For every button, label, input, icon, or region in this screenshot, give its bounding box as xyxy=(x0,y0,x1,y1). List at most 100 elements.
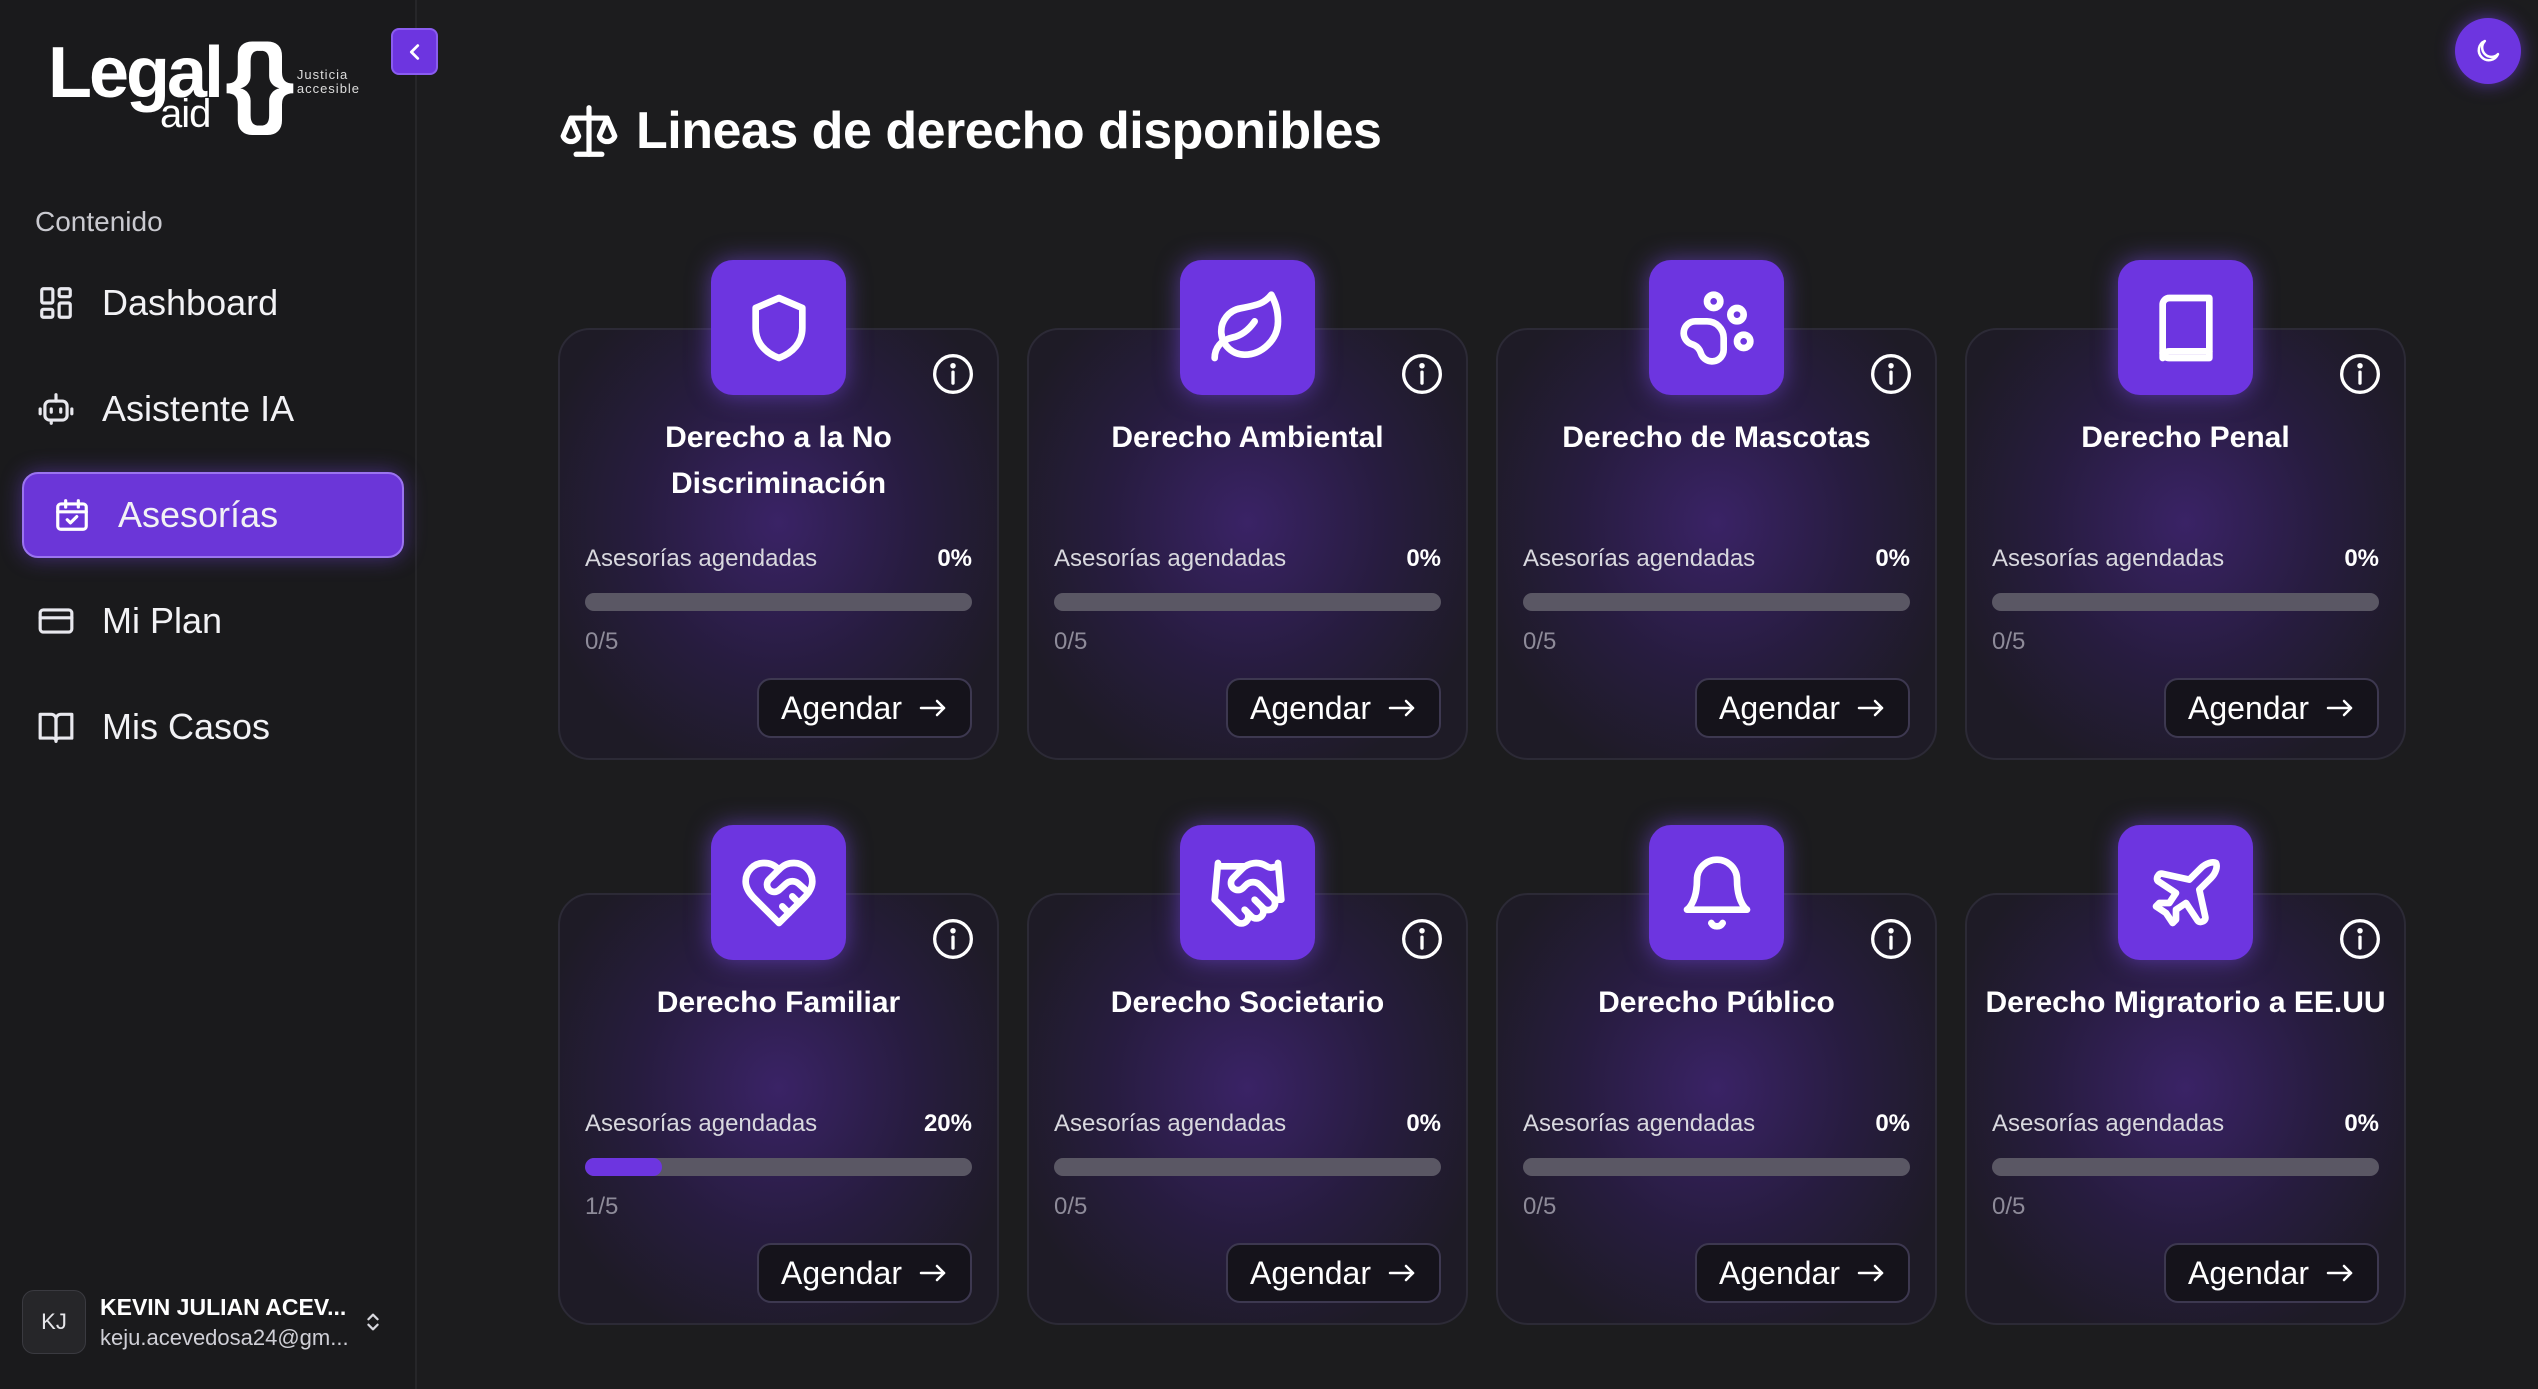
theme-toggle-button[interactable] xyxy=(2455,18,2521,84)
progress-label: Asesorías agendadas xyxy=(1992,1110,2225,1137)
progress-bar xyxy=(585,1158,972,1176)
calendar-check-icon xyxy=(52,495,92,535)
agendar-button[interactable]: Agendar xyxy=(757,678,972,738)
law-card: Derecho a la No Discriminación Asesorías… xyxy=(558,260,999,760)
progress-row: Asesorías agendadas 0% xyxy=(585,545,972,573)
card-icon-tile xyxy=(1649,260,1784,395)
sidebar-item-label: Mi Plan xyxy=(102,600,223,641)
logo-sub: aid xyxy=(160,92,211,136)
card-icon-tile xyxy=(1180,825,1315,960)
progress-row: Asesorías agendadas 0% xyxy=(1992,1110,2379,1138)
arrow-right-icon xyxy=(2325,1261,2355,1285)
info-icon[interactable] xyxy=(931,917,975,961)
shield-icon xyxy=(739,288,819,368)
progress-row: Asesorías agendadas 0% xyxy=(1054,545,1441,573)
user-menu[interactable]: KJ KEVIN JULIAN ACEV... keju.acevedosa24… xyxy=(22,1289,402,1355)
book-icon xyxy=(2146,288,2226,368)
progress-count: 1/5 xyxy=(585,1193,619,1220)
sidebar-item-label: Mis Casos xyxy=(102,706,271,747)
progress-label: Asesorías agendadas xyxy=(1992,545,2225,572)
law-card: Derecho Ambiental Asesorías agendadas 0%… xyxy=(1027,260,1468,760)
info-icon[interactable] xyxy=(1400,352,1444,396)
sidebar-item-asesorias[interactable]: Asesorías xyxy=(22,472,404,558)
arrow-right-icon xyxy=(1856,696,1886,720)
card-icon-tile xyxy=(711,260,846,395)
info-icon[interactable] xyxy=(1400,917,1444,961)
agendar-button[interactable]: Agendar xyxy=(2164,678,2379,738)
user-info: KEVIN JULIAN ACEV... keju.acevedosa24@gm… xyxy=(100,1294,350,1351)
card-icon-tile xyxy=(1649,825,1784,960)
card-title: Derecho Societario xyxy=(1110,986,1385,1019)
handshake-icon xyxy=(1208,853,1288,933)
progress-count: 0/5 xyxy=(1054,628,1088,655)
progress-row: Asesorías agendadas 0% xyxy=(1054,1110,1441,1138)
card-title: Derecho de Mascotas xyxy=(1562,421,1871,454)
agendar-label: Agendar xyxy=(1250,1254,1371,1291)
arrow-right-icon xyxy=(1856,1261,1886,1285)
info-icon[interactable] xyxy=(2338,352,2382,396)
info-icon[interactable] xyxy=(1869,352,1913,396)
agendar-button[interactable]: Agendar xyxy=(1695,1243,1910,1303)
sidebar-item-asistente-ia[interactable]: Asistente IA xyxy=(22,366,404,452)
agendar-button[interactable]: Agendar xyxy=(757,1243,972,1303)
sidebar-item-mis-casos[interactable]: Mis Casos xyxy=(22,684,404,770)
brand-logo[interactable]: Legal aid {} Justicia accesible xyxy=(48,24,360,140)
paw-icon xyxy=(1677,288,1757,368)
card-icon-tile xyxy=(711,825,846,960)
sidebar: Legal aid {} Justicia accesible Contenid… xyxy=(0,0,438,1389)
agendar-button[interactable]: Agendar xyxy=(1226,1243,1441,1303)
card-title: Derecho Penal xyxy=(2081,421,2290,454)
progress-row: Asesorías agendadas 0% xyxy=(1523,545,1910,573)
sidebar-item-dashboard[interactable]: Dashboard xyxy=(22,260,404,346)
scale-icon xyxy=(558,100,620,162)
agendar-label: Agendar xyxy=(1719,689,1840,726)
progress-bar xyxy=(1054,1158,1441,1176)
law-lines-grid: Derecho a la No Discriminación Asesorías… xyxy=(558,260,2408,1325)
arrow-right-icon xyxy=(918,696,948,720)
card-title: Derecho Familiar xyxy=(656,986,901,1019)
progress-count: 0/5 xyxy=(1523,1193,1557,1220)
progress-bar-fill xyxy=(585,1158,663,1176)
info-icon[interactable] xyxy=(931,352,975,396)
progress-percent: 20% xyxy=(923,1110,972,1137)
progress-percent: 0% xyxy=(1875,545,1910,572)
progress-label: Asesorías agendadas xyxy=(585,1110,818,1137)
agendar-button[interactable]: Agendar xyxy=(2164,1243,2379,1303)
law-card: Derecho Público Asesorías agendadas 0% 0… xyxy=(1496,825,1937,1325)
logo-wordmark: Legal aid xyxy=(48,30,224,140)
sidebar-item-label: Asesorías xyxy=(118,494,279,535)
card-title: Derecho Migratorio a EE.UU xyxy=(1985,986,2386,1019)
info-icon[interactable] xyxy=(1869,917,1913,961)
nav-section-heading: Contenido xyxy=(35,206,163,237)
info-icon[interactable] xyxy=(2338,917,2382,961)
agendar-label: Agendar xyxy=(2188,689,2309,726)
progress-row: Asesorías agendadas 0% xyxy=(1992,545,2379,573)
progress-bar xyxy=(585,593,972,611)
collapse-sidebar-button[interactable] xyxy=(391,28,438,75)
law-card: Derecho Familiar Asesorías agendadas 20%… xyxy=(558,825,999,1325)
chevrons-up-down-icon xyxy=(362,1309,384,1335)
plane-icon xyxy=(2146,853,2226,933)
leaf-icon xyxy=(1208,288,1288,368)
sidebar-nav: Dashboard Asistente IA Asesorías Mi Plan xyxy=(22,260,404,790)
progress-count: 0/5 xyxy=(585,628,619,655)
sidebar-item-mi-plan[interactable]: Mi Plan xyxy=(22,578,404,664)
sidebar-item-label: Asistente IA xyxy=(102,388,295,429)
progress-row: Asesorías agendadas 0% xyxy=(1523,1110,1910,1138)
agendar-label: Agendar xyxy=(1719,1254,1840,1291)
progress-percent: 0% xyxy=(1406,545,1441,572)
law-card: Derecho Penal Asesorías agendadas 0% 0/5… xyxy=(1965,260,2406,760)
card-icon-tile xyxy=(2118,260,2253,395)
progress-label: Asesorías agendadas xyxy=(585,545,818,572)
progress-count: 0/5 xyxy=(1992,1193,2026,1220)
agendar-button[interactable]: Agendar xyxy=(1226,678,1441,738)
agendar-label: Agendar xyxy=(1250,689,1371,726)
card-icon-tile xyxy=(1180,260,1315,395)
progress-percent: 0% xyxy=(1406,1110,1441,1137)
agendar-button[interactable]: Agendar xyxy=(1695,678,1910,738)
progress-label: Asesorías agendadas xyxy=(1523,1110,1756,1137)
law-card: Derecho Migratorio a EE.UU Asesorías age… xyxy=(1965,825,2406,1325)
progress-bar xyxy=(1523,593,1910,611)
card-title: Derecho Público xyxy=(1598,986,1835,1019)
book-open-icon xyxy=(36,707,76,747)
